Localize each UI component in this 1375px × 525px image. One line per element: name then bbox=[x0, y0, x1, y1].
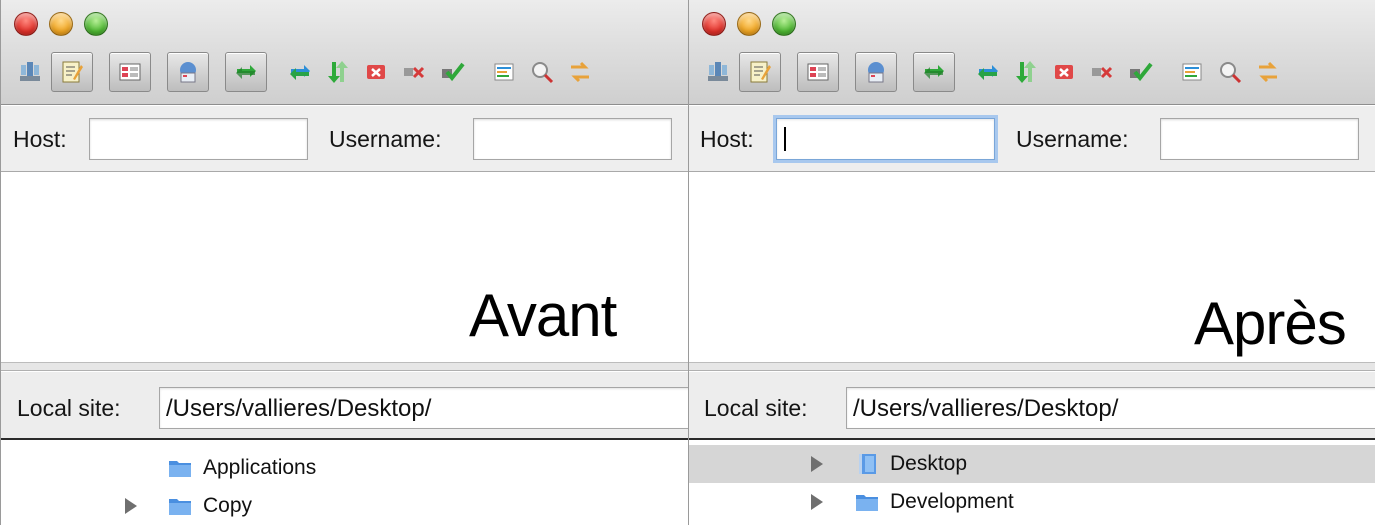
local-directory-tree: Desktop Development bbox=[689, 442, 1375, 525]
username-label: Username: bbox=[1016, 126, 1129, 152]
process-queue-icon[interactable] bbox=[321, 55, 355, 89]
window-after: Host: Username: Après Local site: /Users… bbox=[688, 0, 1375, 525]
minimize-window-button[interactable] bbox=[49, 12, 73, 36]
search-remote-files-icon[interactable] bbox=[1213, 55, 1247, 89]
tree-row-copy[interactable]: Copy bbox=[1, 487, 688, 525]
transfer-queue-icon[interactable] bbox=[913, 52, 955, 92]
host-input[interactable] bbox=[89, 118, 308, 160]
disconnect-icon[interactable] bbox=[397, 55, 431, 89]
tree-row-label: Applications bbox=[203, 456, 317, 479]
synchronized-browsing-icon[interactable] bbox=[563, 55, 597, 89]
folder-icon bbox=[167, 455, 193, 481]
disclosure-triangle-icon[interactable] bbox=[811, 494, 823, 510]
remote-tree-icon[interactable] bbox=[167, 52, 209, 92]
reconnect-icon[interactable] bbox=[1123, 55, 1157, 89]
directory-listing-filters-icon[interactable] bbox=[1175, 55, 1209, 89]
toolbar bbox=[701, 50, 1289, 94]
close-window-button[interactable] bbox=[14, 12, 38, 36]
window-controls bbox=[702, 12, 796, 36]
minimize-window-button[interactable] bbox=[737, 12, 761, 36]
quickconnect-bar: Host: Username: bbox=[1, 106, 688, 172]
directory-listing-filters-icon[interactable] bbox=[487, 55, 521, 89]
tree-row-label: Development bbox=[890, 490, 1014, 513]
disclosure-triangle-icon[interactable] bbox=[811, 456, 823, 472]
tree-row-label: Desktop bbox=[890, 452, 968, 475]
window-before: Host: Username: Avant Local site: /Users… bbox=[0, 0, 688, 525]
pane-splitter[interactable] bbox=[1, 363, 688, 371]
transfer-queue-icon[interactable] bbox=[225, 52, 267, 92]
local-site-label: Local site: bbox=[17, 395, 121, 421]
host-label: Host: bbox=[13, 126, 67, 152]
zoom-window-button[interactable] bbox=[772, 12, 796, 36]
reconnect-icon[interactable] bbox=[435, 55, 469, 89]
close-window-button[interactable] bbox=[702, 12, 726, 36]
refresh-icon[interactable] bbox=[283, 55, 317, 89]
site-manager-icon[interactable] bbox=[701, 55, 735, 89]
toolbar bbox=[13, 50, 601, 94]
message-log-icon[interactable] bbox=[51, 52, 93, 92]
title-bar bbox=[1, 0, 688, 105]
tree-row-applications[interactable]: Applications bbox=[1, 449, 688, 487]
local-directory-tree: Applications Copy bbox=[1, 442, 688, 525]
message-log-icon[interactable] bbox=[739, 52, 781, 92]
message-log-pane: Après bbox=[689, 173, 1375, 363]
local-site-path-input[interactable]: /Users/vallieres/Desktop/ bbox=[159, 387, 688, 429]
tree-row-desktop[interactable]: Desktop bbox=[689, 445, 1375, 483]
tree-row-label: Copy bbox=[203, 494, 253, 517]
host-input[interactable] bbox=[776, 118, 995, 160]
synchronized-browsing-icon[interactable] bbox=[1251, 55, 1285, 89]
folder-icon bbox=[854, 489, 880, 515]
cancel-icon[interactable] bbox=[1047, 55, 1081, 89]
username-input[interactable] bbox=[1160, 118, 1359, 160]
pane-splitter[interactable] bbox=[689, 363, 1375, 371]
remote-tree-icon[interactable] bbox=[855, 52, 897, 92]
folder-icon bbox=[167, 493, 193, 519]
local-site-bar: Local site: /Users/vallieres/Desktop/ bbox=[689, 372, 1375, 440]
refresh-icon[interactable] bbox=[971, 55, 1005, 89]
quickconnect-bar: Host: Username: bbox=[689, 106, 1375, 172]
search-remote-files-icon[interactable] bbox=[525, 55, 559, 89]
caption-before: Avant bbox=[469, 282, 617, 349]
site-manager-icon[interactable] bbox=[13, 55, 47, 89]
title-bar bbox=[689, 0, 1375, 105]
username-label: Username: bbox=[329, 126, 442, 152]
zoom-window-button[interactable] bbox=[84, 12, 108, 36]
host-label: Host: bbox=[700, 126, 754, 152]
local-site-path-input[interactable]: /Users/vallieres/Desktop/ bbox=[846, 387, 1375, 429]
username-input[interactable] bbox=[473, 118, 672, 160]
process-queue-icon[interactable] bbox=[1009, 55, 1043, 89]
text-caret bbox=[784, 127, 786, 151]
local-site-bar: Local site: /Users/vallieres/Desktop/ bbox=[1, 372, 688, 440]
message-log-pane: Avant bbox=[1, 173, 688, 363]
desktop-folder-icon bbox=[854, 451, 880, 477]
tree-row-development[interactable]: Development bbox=[689, 483, 1375, 521]
window-controls bbox=[14, 12, 108, 36]
disclosure-triangle-icon[interactable] bbox=[125, 498, 137, 514]
local-tree-icon[interactable] bbox=[797, 52, 839, 92]
caption-after: Après bbox=[1194, 290, 1347, 357]
cancel-icon[interactable] bbox=[359, 55, 393, 89]
local-site-label: Local site: bbox=[704, 395, 808, 421]
local-tree-icon[interactable] bbox=[109, 52, 151, 92]
disconnect-icon[interactable] bbox=[1085, 55, 1119, 89]
